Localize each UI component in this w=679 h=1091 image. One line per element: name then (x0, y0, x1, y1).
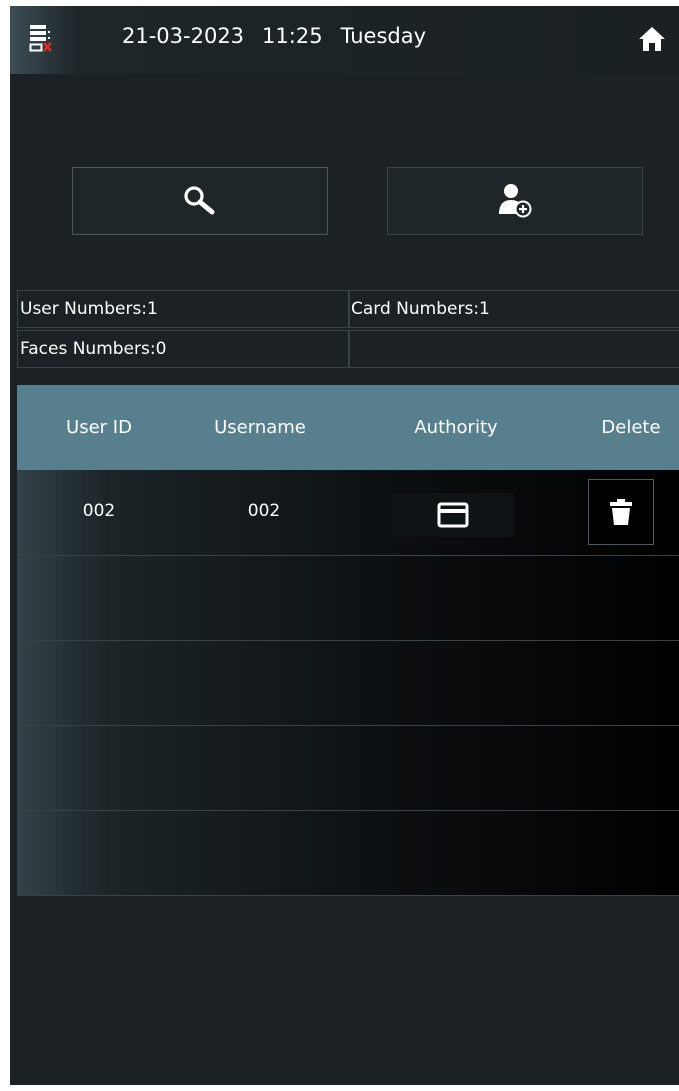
user-table: User ID Username Authority Delete 002 00… (17, 385, 679, 896)
column-header-authority: Authority (414, 417, 498, 438)
row-divider (17, 640, 679, 641)
add-user-icon (499, 184, 532, 218)
delete-button[interactable] (588, 479, 654, 545)
column-header-delete: Delete (601, 417, 661, 438)
date-time: 21-03-2023 11:25 Tuesday (122, 24, 444, 48)
date-text: 21-03-2023 (122, 24, 245, 48)
card-numbers-text: Card Numbers:1 (351, 299, 490, 319)
user-id-cell: 002 (82, 501, 116, 521)
card-numbers-cell: Card Numbers:1 (348, 290, 679, 328)
faces-numbers-cell: Faces Numbers:0 (17, 330, 350, 368)
time-text: 11:25 (262, 24, 323, 48)
search-icon (184, 186, 215, 215)
column-header-user-id: User ID (66, 417, 132, 438)
table-header: User ID Username Authority Delete (17, 385, 679, 470)
faces-numbers-text: Faces Numbers:0 (20, 339, 167, 359)
row-divider (17, 725, 679, 726)
username-cell: 002 (247, 501, 281, 521)
add-user-button[interactable] (387, 167, 643, 235)
authority-cell (392, 493, 514, 537)
trash-icon (610, 499, 632, 525)
row-divider (17, 810, 679, 811)
empty-stat-cell (348, 330, 679, 368)
user-numbers-text: User Numbers:1 (20, 299, 158, 319)
status-bar: 21-03-2023 11:25 Tuesday (10, 6, 679, 74)
weekday-text: Tuesday (340, 24, 427, 48)
card-icon (437, 502, 469, 528)
user-numbers-cell: User Numbers:1 (17, 290, 350, 328)
column-header-username: Username (214, 417, 306, 438)
row-divider (17, 895, 679, 896)
row-divider (17, 555, 679, 556)
network-disconnected-icon (29, 25, 52, 52)
home-icon[interactable] (638, 26, 666, 52)
search-button[interactable] (72, 167, 328, 235)
screen: 21-03-2023 11:25 Tuesday User Numbers:1 Ca… (10, 6, 679, 1085)
